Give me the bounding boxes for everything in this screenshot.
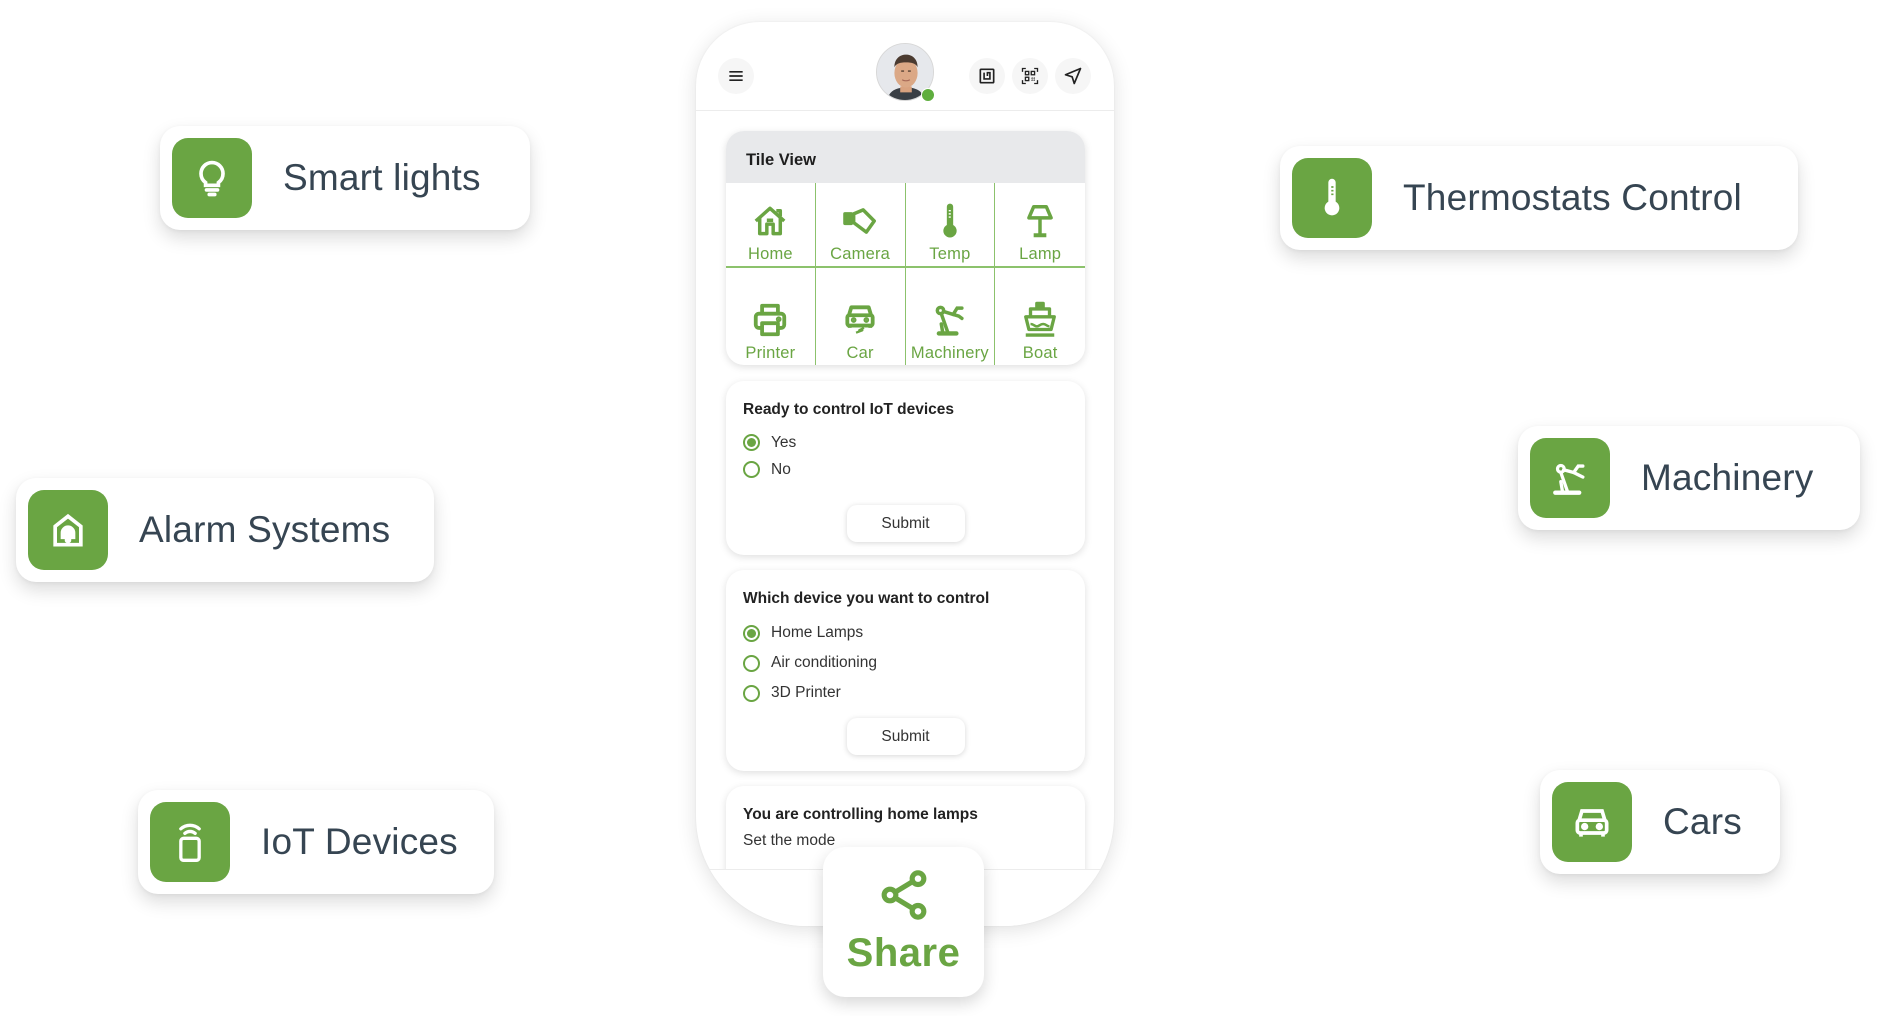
question-title: Which device you want to control (743, 590, 990, 607)
nfc-icon[interactable] (969, 58, 1005, 94)
tile-view-card: Tile View Home Camera Temp Lamp Printer … (726, 131, 1085, 365)
radio-button[interactable] (743, 654, 760, 672)
radio-option-3d-printer[interactable]: 3D Printer (743, 678, 1068, 708)
home-alarm-icon (28, 490, 108, 570)
tile-label: Printer (745, 344, 796, 362)
qr-code-icon[interactable] (1012, 58, 1048, 94)
feature-card-cars[interactable]: Cars (1540, 770, 1780, 874)
electric-car-icon (845, 305, 875, 334)
tile-view-title: Tile View (726, 131, 1085, 183)
lightbulb-icon (172, 138, 252, 218)
radio-button[interactable] (743, 684, 760, 702)
feature-card-iot-devices[interactable]: IoT Devices (138, 790, 494, 894)
remote-signal-icon (150, 802, 230, 882)
radio-option-yes[interactable]: Yes (743, 429, 1068, 456)
tile-label: Boat (1022, 344, 1058, 362)
radio-label: Air conditioning (771, 654, 877, 671)
tile-machinery[interactable]: Machinery (906, 268, 996, 365)
tile-label: Home (747, 245, 793, 263)
radio-option-air-conditioning[interactable]: Air conditioning (743, 648, 1068, 678)
thermometer-icon (943, 203, 957, 238)
question-title: Ready to control IoT devices (743, 401, 955, 418)
radio-label: Home Lamps (771, 624, 864, 641)
question-card-device: Which device you want to control Home La… (726, 570, 1085, 771)
hamburger-menu-icon[interactable] (718, 58, 754, 94)
feature-label: IoT Devices (261, 821, 458, 862)
radio-label: 3D Printer (771, 684, 841, 701)
tile-label: Machinery (910, 344, 989, 362)
share-label: Share (846, 931, 961, 975)
tile-label: Car (846, 344, 874, 362)
boat-icon (1024, 301, 1057, 337)
radio-label: Yes (771, 433, 797, 451)
tile-home[interactable]: Home (726, 183, 816, 268)
share-icon (881, 870, 926, 920)
feature-label: Machinery (1641, 457, 1814, 498)
tile-label: Lamp (1019, 245, 1062, 263)
tile-printer[interactable]: Printer (726, 268, 816, 365)
printer-icon (754, 303, 787, 337)
thermometer-icon (1292, 158, 1372, 238)
feature-label: Alarm Systems (139, 509, 391, 550)
tile-grid: Home Camera Temp Lamp Printer Car Machin… (726, 183, 1085, 365)
radio-button-selected[interactable] (743, 624, 760, 642)
tile-boat[interactable]: Boat (995, 268, 1085, 365)
tile-label: Temp (929, 245, 971, 263)
camera-icon (843, 208, 877, 234)
lamp-icon (1027, 205, 1053, 238)
question-card-ready: Ready to control IoT devices Yes No Subm… (726, 381, 1085, 555)
robot-arm-icon (1530, 438, 1610, 518)
robot-arm-icon (935, 305, 964, 336)
online-status-dot (921, 88, 935, 102)
tile-temp[interactable]: Temp (905, 183, 996, 268)
submit-button[interactable]: Submit (846, 505, 965, 542)
feature-card-smart-lights[interactable]: Smart lights (160, 126, 530, 230)
radio-label: No (771, 460, 791, 478)
radio-option-home-lamps[interactable]: Home Lamps (743, 618, 1068, 648)
tile-car[interactable]: Car (816, 268, 906, 365)
feature-card-thermostats[interactable]: Thermostats Control (1280, 146, 1798, 250)
phone-mockup: Tile View Home Camera Temp Lamp Printer … (696, 22, 1114, 926)
feature-card-alarm-systems[interactable]: Alarm Systems (16, 478, 434, 582)
tile-camera[interactable]: Camera (815, 183, 906, 268)
share-button[interactable]: Share (823, 847, 984, 997)
tile-label: Camera (830, 245, 891, 263)
radio-button[interactable] (743, 461, 760, 478)
feature-label: Smart lights (283, 157, 481, 198)
content-scroll-area[interactable]: Tile View Home Camera Temp Lamp Printer … (696, 112, 1114, 869)
feature-label: Thermostats Control (1403, 177, 1742, 218)
radio-button-selected[interactable] (743, 434, 760, 451)
home-icon (754, 206, 786, 236)
tile-lamp[interactable]: Lamp (995, 183, 1085, 268)
submit-button[interactable]: Submit (846, 718, 965, 755)
car-icon (1552, 782, 1632, 862)
feature-label: Cars (1663, 801, 1742, 842)
radio-option-no[interactable]: No (743, 456, 1068, 483)
send-icon[interactable] (1055, 58, 1091, 94)
feature-card-machinery[interactable]: Machinery (1518, 426, 1860, 530)
status-title: You are controlling home lamps (743, 806, 978, 823)
app-header (696, 22, 1114, 111)
